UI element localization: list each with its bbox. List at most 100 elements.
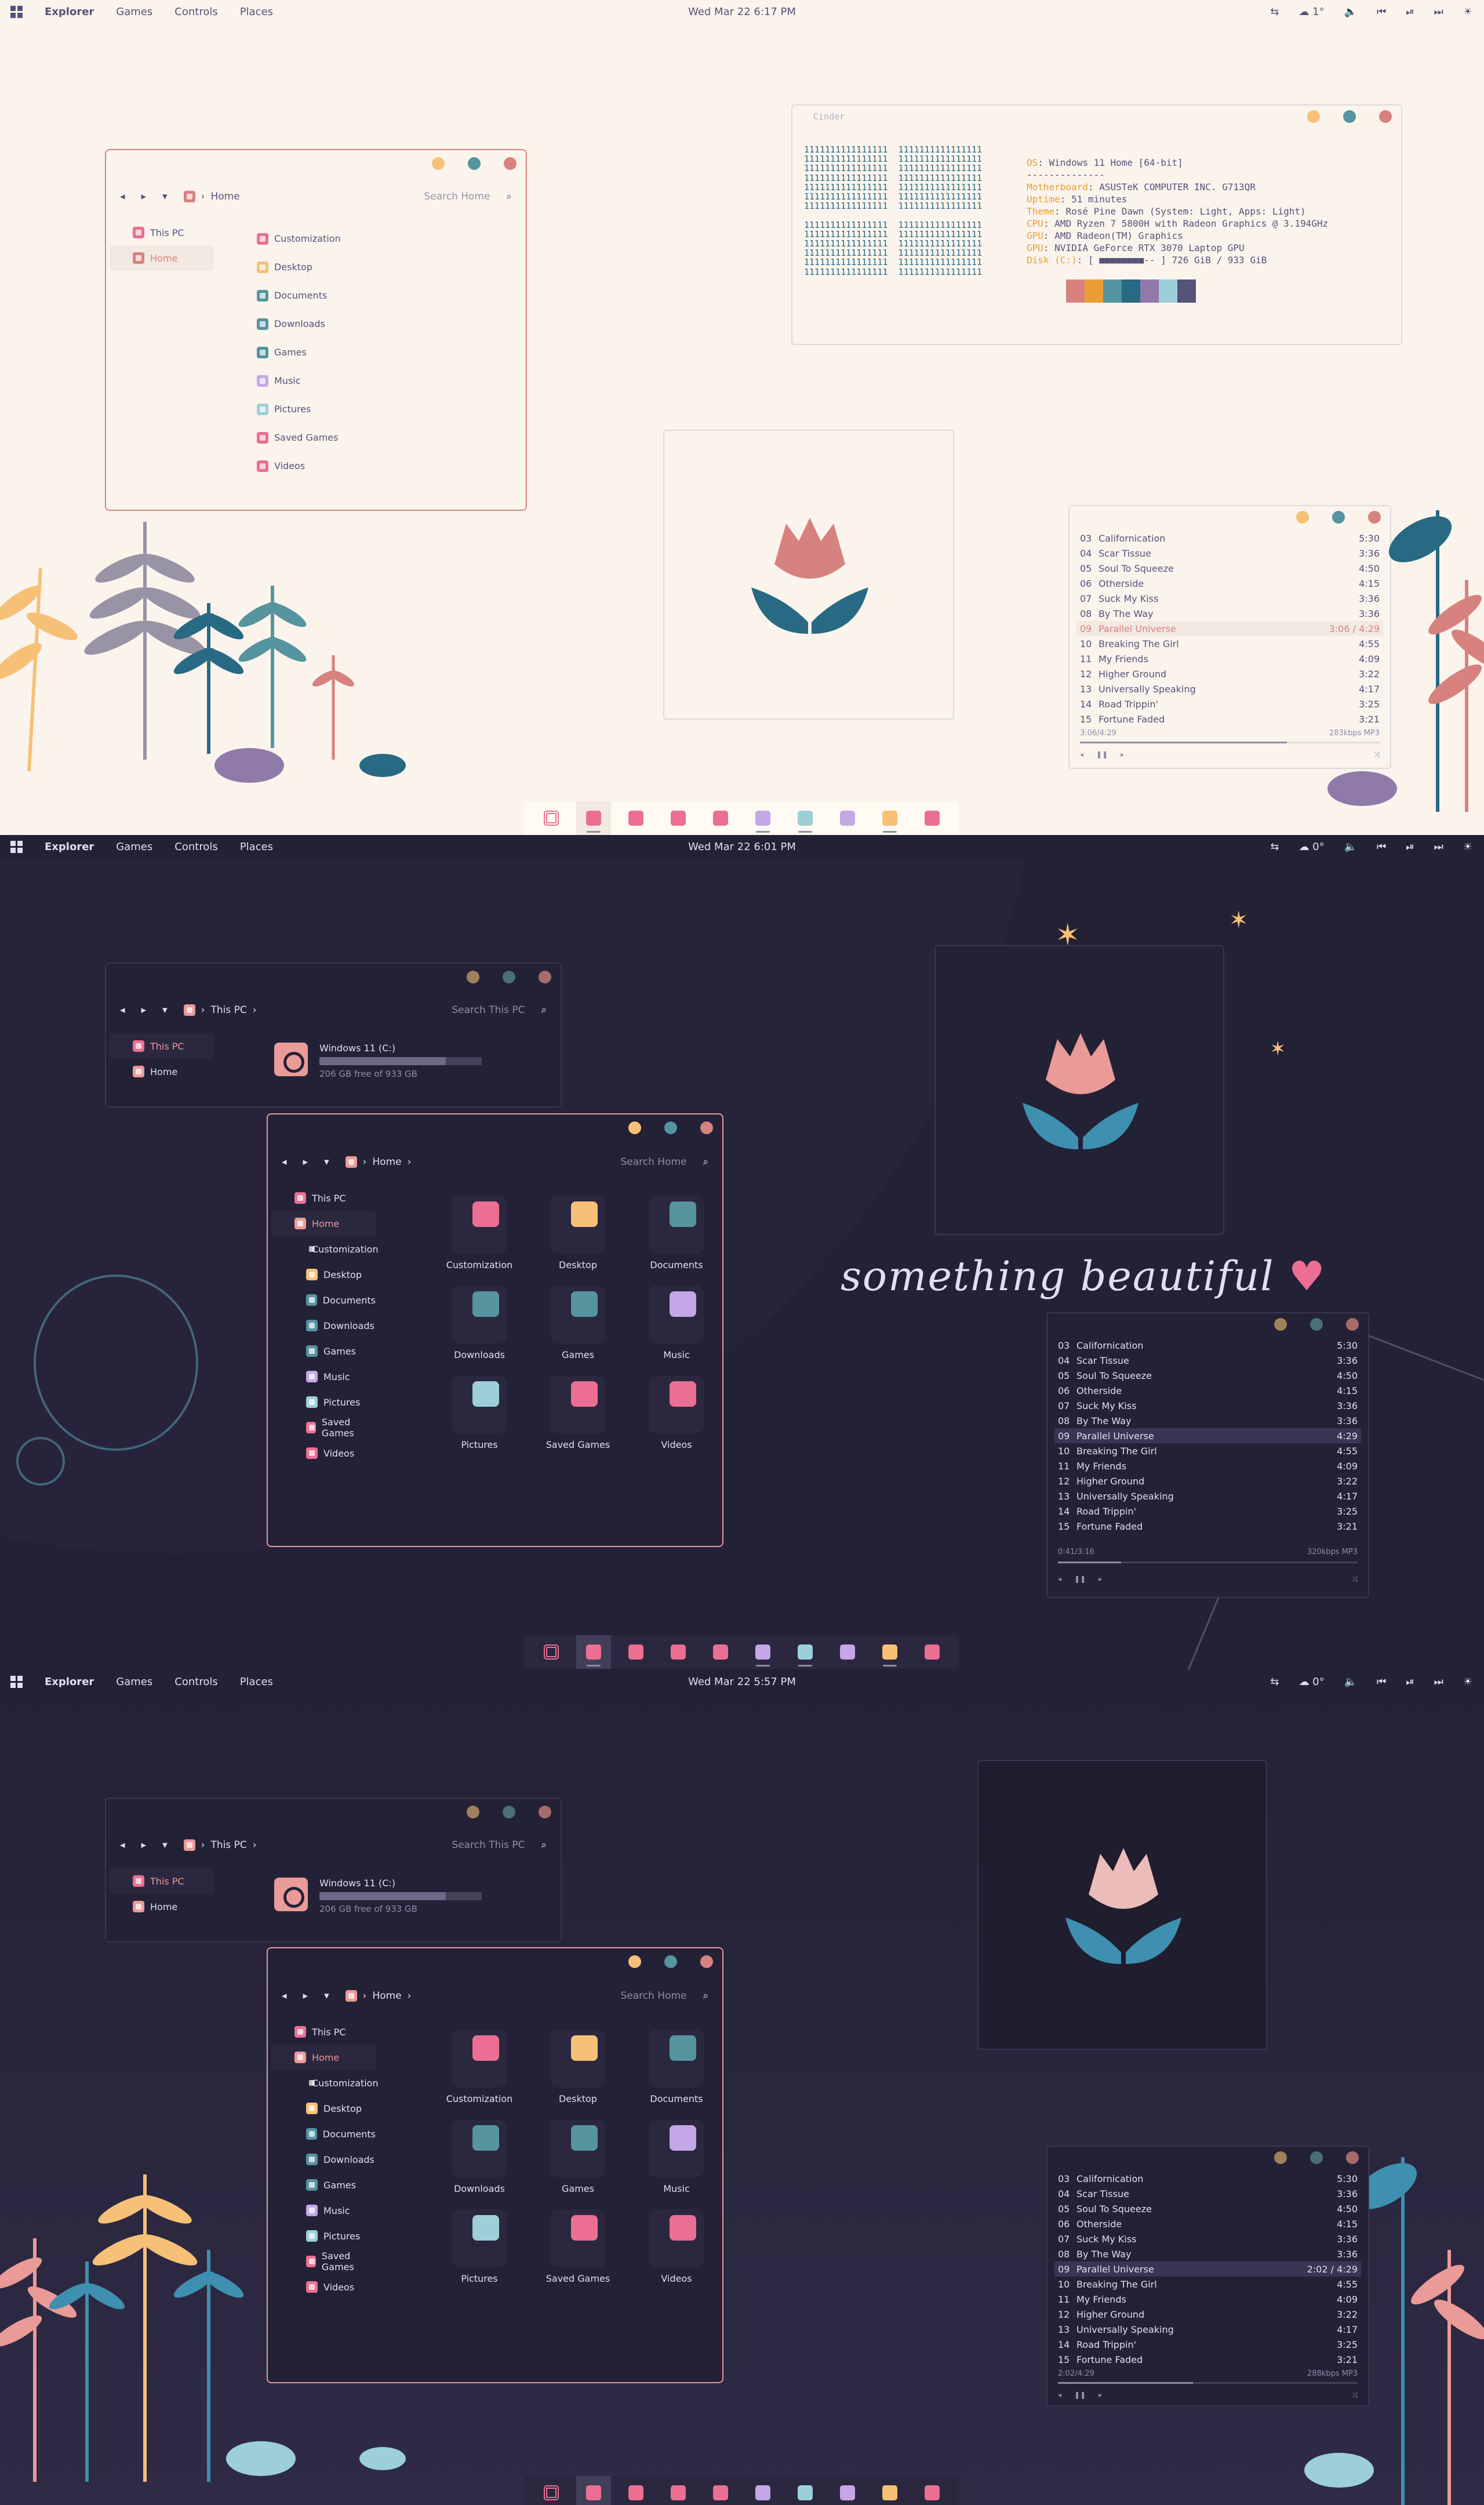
track-row[interactable]: 07 Suck My Kiss 3:36 xyxy=(1054,2231,1361,2246)
sidebar-item-home[interactable]: Home xyxy=(110,245,214,271)
track-row[interactable]: 15 Fortune Faded 3:21 xyxy=(1054,1519,1361,1534)
dock-item-folder[interactable] xyxy=(576,1635,611,1669)
maximize-button[interactable] xyxy=(503,971,515,983)
menu-explorer[interactable]: Explorer xyxy=(45,6,94,18)
track-row[interactable]: 08 By The Way 3:36 xyxy=(1054,2246,1361,2261)
drive-item[interactable]: Windows 11 (C:) 206 GB free of 933 GB xyxy=(274,1043,482,1079)
maximize-button[interactable] xyxy=(1310,2151,1323,2164)
play-pause-icon[interactable]: ⏯ xyxy=(1406,1676,1414,1688)
minimize-button[interactable] xyxy=(628,1955,641,1968)
next-icon[interactable]: ▸ xyxy=(1121,750,1124,758)
dock-item-apps[interactable] xyxy=(534,2476,569,2505)
folder-item-music[interactable]: Music xyxy=(257,366,341,395)
search-input[interactable]: Search This PC xyxy=(452,1004,525,1016)
sidebar-item-documents[interactable]: Documents xyxy=(271,2121,376,2147)
pause-icon[interactable]: ❚❚ xyxy=(1096,750,1108,758)
search-input[interactable]: Search This PC xyxy=(452,1839,525,1851)
sidebar-item-customization[interactable]: Customization xyxy=(271,2070,379,2096)
next-icon[interactable]: ⏭ xyxy=(1434,6,1443,18)
track-row[interactable]: 03 Californication 5:30 xyxy=(1054,1338,1361,1353)
sidebar-item-videos[interactable]: Videos xyxy=(271,2274,376,2300)
seek-bar[interactable] xyxy=(1058,2382,1358,2384)
search-icon[interactable]: ⌕ xyxy=(541,1839,547,1851)
breadcrumb-home[interactable]: Home xyxy=(372,1990,401,2002)
breadcrumb-this-pc[interactable]: This PC xyxy=(210,1004,246,1016)
menu-explorer[interactable]: Explorer xyxy=(45,841,94,853)
folder-tile-games[interactable]: Games xyxy=(529,2119,627,2194)
track-row[interactable]: 13 Universally Speaking 4:17 xyxy=(1054,2322,1361,2337)
forward-icon[interactable]: ▸ xyxy=(141,191,147,202)
forward-icon[interactable]: ▸ xyxy=(141,1004,147,1016)
folder-tile-customization[interactable]: Customization xyxy=(430,1196,529,1270)
sidebar-item-home[interactable]: Home xyxy=(110,1059,214,1084)
folder-item-pictures[interactable]: Pictures xyxy=(257,395,341,423)
play-pause-icon[interactable]: ⏯ xyxy=(1406,841,1414,853)
track-row[interactable]: 10 Breaking The Girl 4:55 xyxy=(1054,1443,1361,1458)
sidebar-item-games[interactable]: Games xyxy=(271,1338,376,1364)
minimize-button[interactable] xyxy=(467,1806,479,1818)
dock-item-music-disc[interactable] xyxy=(619,1635,653,1669)
forward-icon[interactable]: ▸ xyxy=(303,1990,308,2002)
track-row[interactable]: 09 Parallel Universe 2:02 / 4:29 xyxy=(1054,2261,1361,2277)
folder-tile-saved-games[interactable]: Saved Games xyxy=(529,1375,627,1450)
sidebar-item-this-pc[interactable]: This PC xyxy=(271,1185,376,1211)
sidebar-item-pictures[interactable]: Pictures xyxy=(271,2223,376,2249)
close-button[interactable] xyxy=(700,1121,713,1134)
windows-icon[interactable] xyxy=(10,1675,23,1688)
dock-item-stripes[interactable] xyxy=(915,1635,950,1669)
shuffle-icon[interactable]: ⤨ xyxy=(1352,1575,1358,1584)
folder-tile-videos[interactable]: Videos xyxy=(627,1375,722,1450)
weather[interactable]: ☁ 1° xyxy=(1298,6,1324,18)
close-button[interactable] xyxy=(700,1955,713,1968)
folder-item-videos[interactable]: Videos xyxy=(257,452,341,480)
forward-icon[interactable]: ▸ xyxy=(303,1156,308,1168)
breadcrumb-home[interactable]: Home xyxy=(372,1156,401,1168)
track-row[interactable]: 04 Scar Tissue 3:36 xyxy=(1054,2186,1361,2201)
menu-places[interactable]: Places xyxy=(240,6,273,18)
sidebar-item-pictures[interactable]: Pictures xyxy=(271,1389,376,1415)
dock-item-home[interactable] xyxy=(661,1635,696,1669)
dock-item-more[interactable] xyxy=(830,801,865,835)
volume-icon[interactable]: 🔈 xyxy=(1344,841,1357,853)
menu-explorer[interactable]: Explorer xyxy=(45,1676,94,1688)
close-button[interactable] xyxy=(504,157,517,170)
close-button[interactable] xyxy=(1346,1318,1359,1331)
settings-icon[interactable]: ☀ xyxy=(1463,1676,1472,1688)
search-input[interactable]: Search Home xyxy=(424,191,490,202)
settings-icon[interactable]: ☀ xyxy=(1463,6,1472,18)
folder-tile-downloads[interactable]: Downloads xyxy=(430,2119,529,2194)
dock-item-apps[interactable] xyxy=(534,801,569,835)
shuffle-icon[interactable]: ⤨ xyxy=(1352,2391,1358,2399)
folder-item-desktop[interactable]: Desktop xyxy=(257,253,341,281)
track-row[interactable]: 10 Breaking The Girl 4:55 xyxy=(1054,2277,1361,2292)
minimize-button[interactable] xyxy=(1274,1318,1287,1331)
maximize-button[interactable] xyxy=(1343,110,1356,123)
dock-item-steam[interactable] xyxy=(703,2476,738,2505)
history-icon[interactable]: ▾ xyxy=(162,1839,168,1851)
sidebar-item-videos[interactable]: Videos xyxy=(271,1440,376,1466)
breadcrumb[interactable]: › Home › xyxy=(345,1990,411,2002)
back-icon[interactable]: ◂ xyxy=(120,1839,125,1851)
search-input[interactable]: Search Home xyxy=(620,1990,686,2002)
weather[interactable]: ☁ 0° xyxy=(1298,841,1324,853)
sidebar-item-this-pc[interactable]: This PC xyxy=(110,1033,214,1059)
sidebar-item-this-pc[interactable]: This PC xyxy=(271,2019,376,2045)
minimize-button[interactable] xyxy=(467,971,479,983)
sidebar-item-games[interactable]: Games xyxy=(271,2172,376,2198)
menu-places[interactable]: Places xyxy=(240,1676,273,1688)
track-row[interactable]: 05 Soul To Squeeze 4:50 xyxy=(1054,1368,1361,1383)
forward-icon[interactable]: ▸ xyxy=(141,1839,147,1851)
track-row[interactable]: 12 Higher Ground 3:22 xyxy=(1054,1473,1361,1489)
sidebar-item-home[interactable]: Home xyxy=(271,2045,376,2070)
dock-item-music[interactable] xyxy=(745,1635,780,1669)
track-row[interactable]: 06 Otherside 4:15 xyxy=(1054,2216,1361,2231)
folder-tile-games[interactable]: Games xyxy=(529,1286,627,1360)
breadcrumb-this-pc[interactable]: This PC xyxy=(210,1839,246,1851)
dock-item-star[interactable] xyxy=(872,2476,907,2505)
sidebar-item-music[interactable]: Music xyxy=(271,2198,376,2223)
sidebar-item-music[interactable]: Music xyxy=(271,1364,376,1389)
search-icon[interactable]: ⌕ xyxy=(541,1004,547,1016)
sidebar-item-saved-games[interactable]: Saved Games xyxy=(271,1415,376,1440)
track-row[interactable]: 05 Soul To Squeeze 4:50 xyxy=(1054,2201,1361,2216)
dock-item-image[interactable] xyxy=(788,1635,823,1669)
